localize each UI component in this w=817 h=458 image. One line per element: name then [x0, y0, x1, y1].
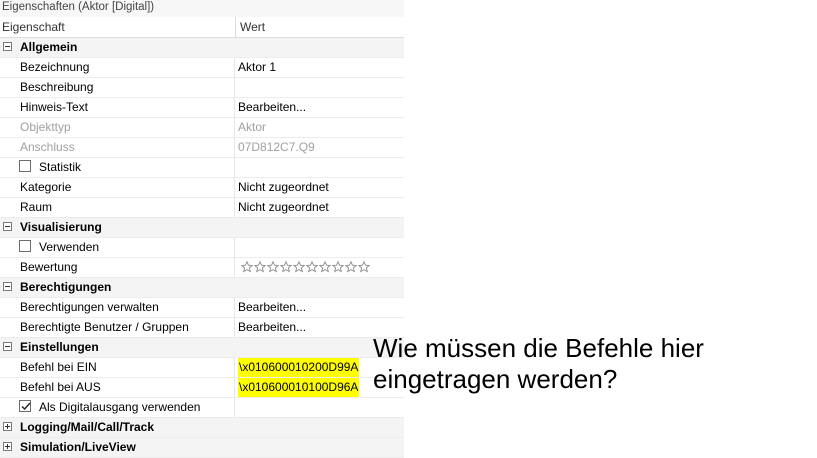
category-einstellungen[interactable]: Einstellungen [0, 338, 404, 358]
panel-title: Eigenschaften (Aktor [Digital]) [0, 0, 404, 17]
category-berechtigungen[interactable]: Berechtigungen [0, 278, 404, 298]
property-label: Berechtigte Benutzer / Gruppen [20, 320, 189, 334]
star-icon[interactable] [319, 261, 331, 273]
category-label: Visualisierung [20, 220, 102, 234]
expand-icon[interactable] [3, 422, 12, 431]
category-label: Allgemein [20, 40, 78, 54]
property-row-kategorie[interactable]: Kategorie Nicht zugeordnet [0, 178, 404, 198]
rating-stars[interactable] [241, 261, 370, 273]
verwenden-checkbox[interactable] [19, 240, 31, 252]
column-header: Eigenschaft Wert [0, 17, 404, 38]
star-icon[interactable] [254, 261, 266, 273]
property-label: Bewertung [20, 260, 78, 274]
column-divider[interactable] [235, 17, 236, 37]
category-label: Berechtigungen [20, 280, 112, 294]
property-row-hinweis-text[interactable]: Hinweis-Text Bearbeiten... [0, 98, 404, 118]
star-icon[interactable] [345, 261, 357, 273]
digitalausgang-checkbox[interactable] [19, 400, 31, 412]
expand-icon[interactable] [3, 442, 12, 451]
befehl-aus-field[interactable]: \x010600010100D96A [238, 378, 360, 397]
category-label: Logging/Mail/Call/Track [20, 420, 155, 434]
berechtigte-edit-link[interactable]: Bearbeiten... [238, 318, 306, 337]
property-row-anschluss: Anschluss 07D812C7.Q9 [0, 138, 404, 158]
property-row-bewertung[interactable]: Bewertung [0, 258, 404, 278]
property-label: Beschreibung [20, 80, 94, 94]
star-icon[interactable] [267, 261, 279, 273]
raum-value[interactable]: Nicht zugeordnet [238, 198, 329, 217]
property-label: Bezeichnung [20, 60, 90, 74]
star-icon[interactable] [358, 261, 370, 273]
property-row-digitalausgang[interactable]: Als Digitalausgang verwenden [0, 398, 404, 418]
collapse-icon[interactable] [3, 342, 12, 351]
property-row-objekttyp: Objekttyp Aktor [0, 118, 404, 138]
property-label: Objekttyp [20, 120, 71, 134]
check-icon [21, 402, 31, 411]
category-logging[interactable]: Logging/Mail/Call/Track [0, 418, 404, 438]
property-row-befehl-aus[interactable]: Befehl bei AUS \x010600010100D96A [0, 378, 404, 398]
digitalausgang-label: Als Digitalausgang verwenden [39, 400, 201, 414]
category-simulation[interactable]: Simulation/LiveView [0, 438, 404, 458]
property-label: Kategorie [20, 180, 72, 194]
kategorie-value[interactable]: Nicht zugeordnet [238, 178, 329, 197]
star-icon[interactable] [280, 261, 292, 273]
objekttyp-value: Aktor [238, 120, 267, 134]
bezeichnung-value[interactable]: Aktor 1 [238, 58, 276, 77]
column-header-property[interactable]: Eigenschaft [2, 17, 65, 37]
property-row-berechtigungen-verwalten[interactable]: Berechtigungen verwalten Bearbeiten... [0, 298, 404, 318]
statistik-checkbox[interactable] [19, 160, 31, 172]
collapse-icon[interactable] [3, 222, 12, 231]
category-visualisierung[interactable]: Visualisierung [0, 218, 404, 238]
column-header-value[interactable]: Wert [240, 17, 265, 37]
star-icon[interactable] [332, 261, 344, 273]
befehl-ein-field[interactable]: \x010600010200D99A [238, 358, 360, 377]
properties-panel: Eigenschaften (Aktor [Digital]) Eigensch… [0, 0, 404, 458]
anschluss-value: 07D812C7.Q9 [238, 140, 315, 154]
property-row-statistik[interactable]: Statistik [0, 158, 404, 178]
star-icon[interactable] [241, 261, 253, 273]
statistik-label: Statistik [39, 160, 82, 174]
property-label: Hinweis-Text [20, 100, 89, 114]
property-row-raum[interactable]: Raum Nicht zugeordnet [0, 198, 404, 218]
property-label: Berechtigungen verwalten [20, 300, 159, 314]
verwenden-label: Verwenden [39, 240, 100, 254]
property-row-berechtigte-benutzer[interactable]: Berechtigte Benutzer / Gruppen Bearbeite… [0, 318, 404, 338]
star-icon[interactable] [306, 261, 318, 273]
property-row-verwenden[interactable]: Verwenden [0, 238, 404, 258]
property-label: Anschluss [20, 140, 75, 154]
property-label: Raum [20, 200, 53, 214]
hinweis-edit-link[interactable]: Bearbeiten... [238, 98, 306, 117]
property-label: Befehl bei AUS [20, 380, 101, 394]
question-line-1: Wie müssen die Befehle hier [373, 333, 704, 363]
question-line-2: eingetragen werden? [373, 364, 618, 394]
property-row-befehl-ein[interactable]: Befehl bei EIN \x010600010200D99A [0, 358, 404, 378]
star-icon[interactable] [293, 261, 305, 273]
property-label: Befehl bei EIN [20, 360, 97, 374]
property-row-bezeichnung[interactable]: Bezeichnung Aktor 1 [0, 58, 404, 78]
question-annotation: Wie müssen die Befehle hier eingetragen … [373, 333, 813, 395]
category-allgemein[interactable]: Allgemein [0, 38, 404, 58]
collapse-icon[interactable] [3, 42, 12, 51]
category-label: Einstellungen [20, 340, 99, 354]
berechtigungen-edit-link[interactable]: Bearbeiten... [238, 298, 306, 317]
property-row-beschreibung[interactable]: Beschreibung [0, 78, 404, 98]
collapse-icon[interactable] [3, 282, 12, 291]
